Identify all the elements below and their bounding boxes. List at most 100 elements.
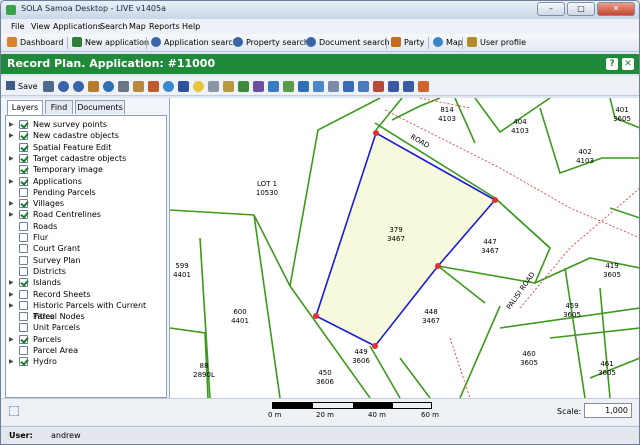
node-point[interactable]: [435, 263, 441, 269]
minimize-button[interactable]: –: [537, 2, 565, 16]
expand-arrow-icon[interactable]: ▶: [9, 356, 14, 367]
info-icon[interactable]: [103, 81, 114, 92]
zoom-in-icon[interactable]: [58, 81, 69, 92]
map-button[interactable]: Map: [433, 37, 463, 49]
full-extent-icon[interactable]: [43, 81, 54, 92]
document-search-button[interactable]: Document search: [306, 37, 390, 49]
minus-icon[interactable]: [208, 81, 219, 92]
tab-layers[interactable]: Layers: [7, 100, 43, 115]
expand-arrow-icon[interactable]: ▶: [9, 334, 14, 345]
layer-item[interactable]: Spatial Feature Edit: [6, 142, 166, 153]
layer-item[interactable]: ▶ New cadastre objects: [6, 130, 166, 141]
layer-item[interactable]: Survey Plan: [6, 255, 166, 266]
layer-checkbox[interactable]: [19, 165, 28, 175]
line-icon[interactable]: [238, 81, 249, 92]
layer-checkbox[interactable]: [19, 199, 28, 209]
layer-item[interactable]: Court Grant: [6, 243, 166, 254]
layer-checkbox[interactable]: [19, 120, 28, 129]
layer-checkbox[interactable]: [19, 346, 28, 355]
layer-item[interactable]: ▶ Islands: [6, 277, 166, 288]
layer-checkbox[interactable]: [19, 357, 28, 367]
layer-item[interactable]: ▶ Applications: [6, 176, 166, 187]
layer-item[interactable]: Flur: [6, 232, 166, 243]
layer-item[interactable]: Parcel Area: [6, 345, 166, 356]
layer-checkbox[interactable]: [19, 233, 28, 242]
layer-item[interactable]: Pending Parcels: [6, 187, 166, 198]
expand-arrow-icon[interactable]: ▶: [9, 300, 14, 311]
menu-reports[interactable]: Reports: [149, 22, 180, 31]
measure-icon[interactable]: [118, 81, 129, 92]
layer-item[interactable]: Temporary image: [6, 164, 166, 175]
layer-checkbox[interactable]: [19, 210, 28, 220]
layer-checkbox[interactable]: [19, 289, 28, 299]
save-button[interactable]: Save: [6, 81, 38, 91]
move-icon[interactable]: [343, 81, 354, 92]
scale-input[interactable]: 1,000: [584, 403, 632, 418]
dashboard-button[interactable]: Dashboard: [7, 37, 63, 49]
pan-icon[interactable]: [88, 81, 99, 92]
close-button[interactable]: ✕: [597, 2, 635, 16]
expand-arrow-icon[interactable]: ▶: [9, 198, 14, 209]
layer-checkbox[interactable]: [19, 153, 28, 163]
delete-icon[interactable]: [373, 81, 384, 92]
layer-item[interactable]: ▶ Target cadastre objects: [6, 153, 166, 164]
new-application-button[interactable]: New application: [72, 37, 149, 49]
layer-checkbox[interactable]: [19, 312, 28, 322]
layer-checkbox[interactable]: [19, 142, 28, 152]
print-icon[interactable]: [403, 81, 414, 92]
zoom-out-icon[interactable]: [73, 81, 84, 92]
parcel-icon[interactable]: [298, 81, 309, 92]
layer-checkbox[interactable]: [19, 221, 28, 231]
layer-checkbox[interactable]: [19, 176, 28, 186]
tab-documents[interactable]: Documents: [75, 100, 125, 114]
node-point[interactable]: [313, 313, 319, 319]
layer-item[interactable]: Unit Parcels: [6, 322, 166, 333]
map-canvas[interactable]: ROAD PALISI ROAD 814 4103 404 4103 401 3605 40…: [169, 98, 639, 398]
node-point[interactable]: [492, 197, 498, 203]
layer-item[interactable]: ▶ New survey points: [6, 119, 166, 130]
parcel-icon[interactable]: [313, 81, 324, 92]
layer-item[interactable]: ▶ Record Sheets: [6, 289, 166, 300]
layer-item[interactable]: ▶ Historic Parcels with Current Titles: [6, 300, 166, 321]
layer-item[interactable]: ▶ Parcels: [6, 334, 166, 345]
layer-item[interactable]: Parcel Nodes: [6, 311, 166, 322]
help-icon[interactable]: ?: [606, 58, 618, 70]
layer-item[interactable]: Districts: [6, 266, 166, 277]
grid-icon[interactable]: [178, 81, 189, 92]
layer-item[interactable]: ▶ Hydro: [6, 356, 166, 367]
bookmark-icon[interactable]: [133, 81, 144, 92]
layer-checkbox[interactable]: [19, 244, 28, 254]
property-search-button[interactable]: Property search: [233, 37, 309, 49]
layer-item[interactable]: ▶ Road Centrelines: [6, 209, 166, 220]
map-svg[interactable]: ROAD PALISI ROAD 8144103 4044103401360540…: [170, 98, 639, 398]
menu-applications[interactable]: Applications: [53, 22, 102, 31]
layer-checkbox[interactable]: [19, 334, 28, 344]
expand-arrow-icon[interactable]: ▶: [9, 277, 14, 288]
expand-arrow-icon[interactable]: ▶: [9, 209, 14, 220]
selected-parcel[interactable]: [315, 131, 497, 348]
menu-file[interactable]: File: [11, 22, 24, 31]
home-icon[interactable]: [418, 81, 429, 92]
layer-checkbox[interactable]: [19, 278, 28, 288]
layer-icon[interactable]: [328, 81, 339, 92]
split-icon[interactable]: [268, 81, 279, 92]
application-search-button[interactable]: Application search: [151, 37, 238, 49]
smiley-icon[interactable]: [193, 81, 204, 92]
edit-icon[interactable]: [223, 81, 234, 92]
layer-item[interactable]: Roads: [6, 221, 166, 232]
print-icon[interactable]: [388, 81, 399, 92]
layer-checkbox[interactable]: [19, 131, 28, 141]
layer-checkbox[interactable]: [19, 255, 28, 265]
menu-search[interactable]: Search: [100, 22, 127, 31]
expand-arrow-icon[interactable]: ▶: [9, 176, 14, 187]
party-button[interactable]: Party: [391, 37, 425, 49]
refresh-icon[interactable]: [163, 81, 174, 92]
layer-checkbox[interactable]: [19, 266, 28, 276]
expand-arrow-icon[interactable]: ▶: [9, 153, 14, 164]
layer-checkbox[interactable]: [19, 323, 28, 333]
polygon-icon[interactable]: [253, 81, 264, 92]
layer-checkbox[interactable]: [19, 187, 28, 197]
user-profile-button[interactable]: User profile: [467, 37, 526, 49]
layer-checkbox[interactable]: [19, 300, 28, 310]
menu-help[interactable]: Help: [182, 22, 200, 31]
